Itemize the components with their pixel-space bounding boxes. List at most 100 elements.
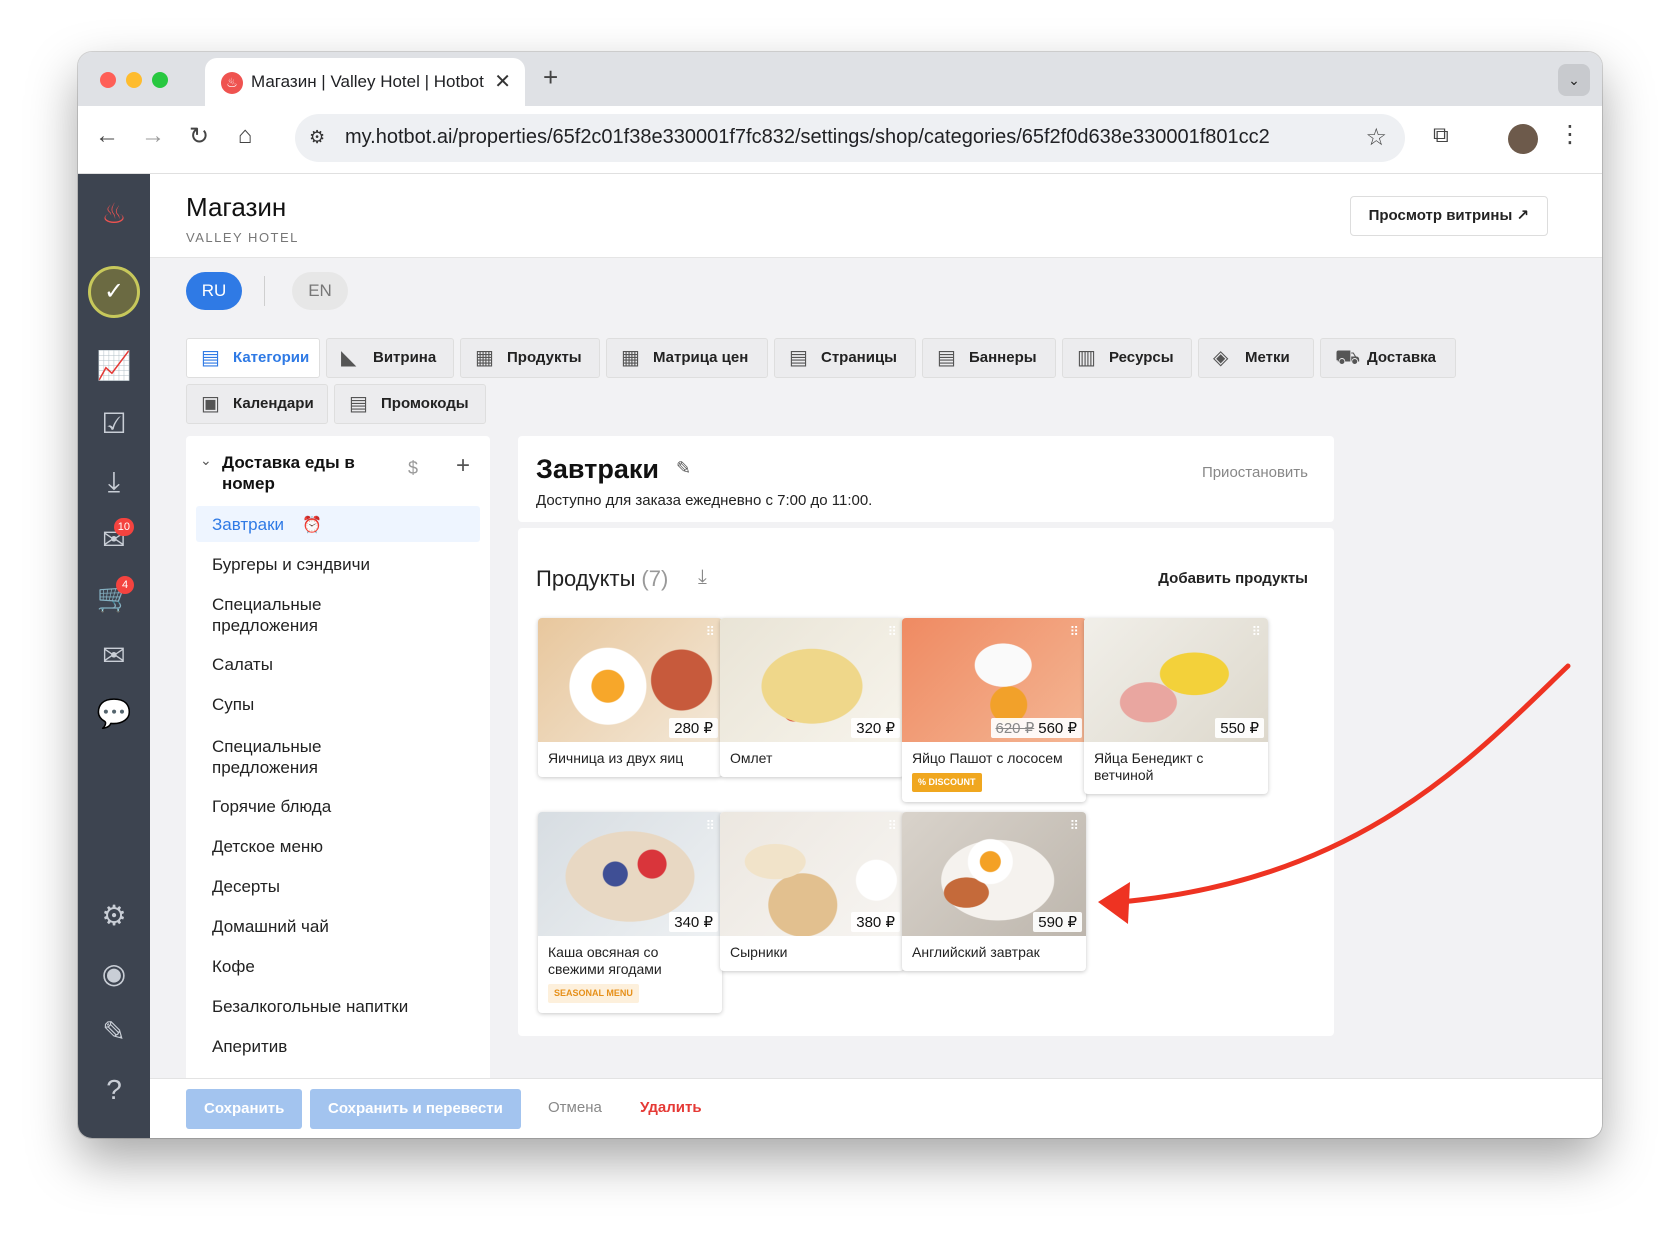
category-item[interactable]: Салаты bbox=[212, 654, 462, 675]
extensions-puzzle-icon[interactable]: ⧉ bbox=[1433, 122, 1449, 148]
add-products-button[interactable]: Добавить продукты bbox=[1158, 570, 1308, 587]
shop-cart-icon[interactable]: 🛒 4 bbox=[92, 576, 136, 620]
category-item[interactable]: Завтраки ⏰ bbox=[212, 514, 462, 536]
browser-window: ♨ Магазин | Valley Hotel | Hotbot ✕ + ⌄ … bbox=[78, 52, 1602, 1138]
browser-tab[interactable]: ♨ Магазин | Valley Hotel | Hotbot ✕ bbox=[205, 58, 525, 106]
delete-button[interactable]: Удалить bbox=[640, 1099, 702, 1116]
pricing-dollar-icon[interactable]: $ bbox=[408, 458, 418, 479]
address-bar[interactable]: ⚙ my.hotbot.ai/properties/65f2c01f38e330… bbox=[295, 114, 1405, 162]
category-item[interactable]: Десерты bbox=[212, 876, 462, 897]
analytics-chart-icon[interactable]: 📈 bbox=[92, 344, 136, 388]
drag-handle-icon[interactable]: ⠿ bbox=[705, 624, 714, 640]
pause-button[interactable]: Приостановить bbox=[1202, 464, 1308, 481]
category-item[interactable]: Безалкогольные напитки bbox=[212, 996, 462, 1017]
product-name: Яйцо Пашот с лососем % DISCOUNT bbox=[902, 742, 1086, 802]
categories-panel: ⌄ Доставка еды в номер $ + Завтраки ⏰ Бур… bbox=[186, 436, 490, 1082]
help-question-icon[interactable]: ? bbox=[92, 1068, 136, 1112]
product-tile[interactable]: ⠿ 550 ₽ Яйца Бенедикт с ветчиной bbox=[1084, 618, 1268, 794]
save-button[interactable]: Сохранить bbox=[186, 1089, 303, 1129]
mail-open-icon[interactable]: ✉ bbox=[92, 634, 136, 678]
view-storefront-button[interactable]: Просмотр витрины ↗ bbox=[1349, 196, 1548, 236]
category-item[interactable]: Аперитив bbox=[212, 1036, 462, 1057]
chat-bubble-icon[interactable]: 💬 bbox=[92, 692, 136, 736]
product-tile[interactable]: ⠿ 590 ₽ Английский завтрак bbox=[902, 812, 1086, 971]
tab-showcase[interactable]: ◣ Витрина bbox=[326, 338, 454, 378]
product-tile[interactable]: ⠿ 340 ₽ Каша овсяная со свежими ягодами S… bbox=[538, 812, 722, 1013]
product-price: 280 ₽ bbox=[669, 718, 718, 738]
tab-tags[interactable]: ◈ Метки bbox=[1198, 338, 1314, 378]
product-tile[interactable]: ⠿ 380 ₽ Сырники bbox=[720, 812, 904, 971]
tab-label: Витрина bbox=[373, 349, 437, 366]
tab-calendars[interactable]: ▣ Календари bbox=[186, 384, 328, 424]
tab-delivery[interactable]: ⛟ Доставка bbox=[1320, 338, 1456, 378]
new-tab-icon[interactable]: + bbox=[543, 62, 558, 93]
download-tray-icon[interactable]: ⤓ bbox=[92, 460, 136, 504]
category-item[interactable]: Бургеры и сэндвичи bbox=[212, 554, 462, 575]
bookmark-star-icon[interactable]: ☆ bbox=[1365, 123, 1387, 152]
property-avatar[interactable]: ✓ bbox=[88, 266, 140, 318]
lang-en-button[interactable]: EN bbox=[292, 272, 348, 310]
cancel-button[interactable]: Отмена bbox=[548, 1099, 602, 1116]
settings-gear-icon[interactable]: ⚙ bbox=[92, 894, 136, 938]
tab-price-matrix[interactable]: ▦ Матрица цен bbox=[606, 338, 768, 378]
edit-pencil-icon[interactable]: ✎ bbox=[676, 458, 691, 479]
lang-divider bbox=[264, 276, 265, 306]
url-text: my.hotbot.ai/properties/65f2c01f38e33000… bbox=[345, 126, 1270, 148]
bottom-action-bar: Сохранить Сохранить и перевести Отмена У… bbox=[150, 1078, 1602, 1138]
tab-label: Продукты bbox=[507, 349, 582, 366]
category-description: Доступно для заказа ежедневно с 7:00 до … bbox=[536, 492, 873, 509]
drag-handle-icon[interactable]: ⠿ bbox=[887, 624, 896, 640]
profile-avatar[interactable] bbox=[1508, 124, 1538, 154]
category-item[interactable]: Детское меню bbox=[212, 836, 462, 857]
drag-handle-icon[interactable]: ⠿ bbox=[1069, 624, 1078, 640]
tab-pages[interactable]: ▤ Страницы bbox=[774, 338, 916, 378]
save-and-translate-button[interactable]: Сохранить и перевести bbox=[310, 1089, 521, 1129]
tab-promocodes[interactable]: ▤ Промокоды bbox=[334, 384, 486, 424]
drag-handle-icon[interactable]: ⠿ bbox=[1251, 624, 1260, 640]
product-tile[interactable]: ⠿ 280 ₽ Яичница из двух яиц bbox=[538, 618, 722, 777]
hotbot-logo-icon[interactable]: ♨ bbox=[92, 192, 136, 236]
drag-handle-icon[interactable]: ⠿ bbox=[1069, 818, 1078, 834]
category-item[interactable]: Специальные предложения bbox=[212, 594, 362, 636]
category-item[interactable]: Кофе bbox=[212, 956, 462, 977]
product-image: ⠿ 320 ₽ bbox=[720, 618, 904, 742]
language-bar bbox=[150, 258, 1602, 324]
minimize-window-button[interactable] bbox=[126, 72, 142, 88]
category-item[interactable]: Горячие блюда bbox=[212, 796, 462, 817]
add-category-icon[interactable]: + bbox=[456, 452, 470, 480]
drag-handle-icon[interactable]: ⠿ bbox=[705, 818, 714, 834]
hotbot-favicon-icon: ♨ bbox=[221, 72, 243, 94]
maximize-window-button[interactable] bbox=[152, 72, 168, 88]
drag-handle-icon[interactable]: ⠿ bbox=[887, 818, 896, 834]
forward-arrow-icon[interactable]: → bbox=[138, 122, 168, 150]
category-item[interactable]: Супы bbox=[212, 694, 462, 715]
user-profile-icon[interactable]: ◉ bbox=[92, 952, 136, 996]
home-icon[interactable]: ⌂ bbox=[230, 122, 260, 150]
promo-icon: ▤ bbox=[349, 393, 368, 415]
collapse-chevron-icon[interactable]: ⌄ bbox=[200, 452, 212, 469]
tasks-check-icon[interactable]: ☑ bbox=[92, 402, 136, 446]
tab-products[interactable]: ▦ Продукты bbox=[460, 338, 600, 378]
product-name: Яйца Бенедикт с ветчиной bbox=[1094, 750, 1204, 783]
site-settings-icon[interactable]: ⚙ bbox=[309, 127, 325, 148]
tab-search-chevron-icon[interactable]: ⌄ bbox=[1558, 64, 1590, 96]
inbox-icon[interactable]: ✉ 10 bbox=[92, 518, 136, 562]
category-item[interactable]: Специальные предложения bbox=[212, 736, 362, 778]
tab-categories[interactable]: ▤ Категории bbox=[186, 338, 320, 378]
close-window-button[interactable] bbox=[100, 72, 116, 88]
products-grid-icon: ▦ bbox=[475, 347, 494, 369]
download-icon[interactable]: ⤓ bbox=[698, 566, 707, 589]
product-tile[interactable]: ⠿ 620 ₽560 ₽ Яйцо Пашот с лососем % DISCO… bbox=[902, 618, 1086, 802]
category-item[interactable]: Домашний чай bbox=[212, 916, 462, 937]
tab-resources[interactable]: ▥ Ресурсы bbox=[1062, 338, 1192, 378]
pencil-icon[interactable]: ✎ bbox=[92, 1010, 136, 1054]
tab-banners[interactable]: ▤ Баннеры bbox=[922, 338, 1056, 378]
reload-icon[interactable]: ↻ bbox=[184, 122, 214, 151]
lang-ru-button[interactable]: RU bbox=[186, 272, 242, 310]
back-arrow-icon[interactable]: ← bbox=[92, 122, 122, 150]
category-group-title[interactable]: Доставка еды в номер bbox=[222, 452, 392, 494]
browser-menu-icon[interactable]: ⋮ bbox=[1558, 120, 1582, 149]
product-tile[interactable]: ⠿ 320 ₽ Омлет bbox=[720, 618, 904, 777]
tab-close-icon[interactable]: ✕ bbox=[494, 69, 511, 94]
product-name: Омлет bbox=[730, 750, 773, 766]
